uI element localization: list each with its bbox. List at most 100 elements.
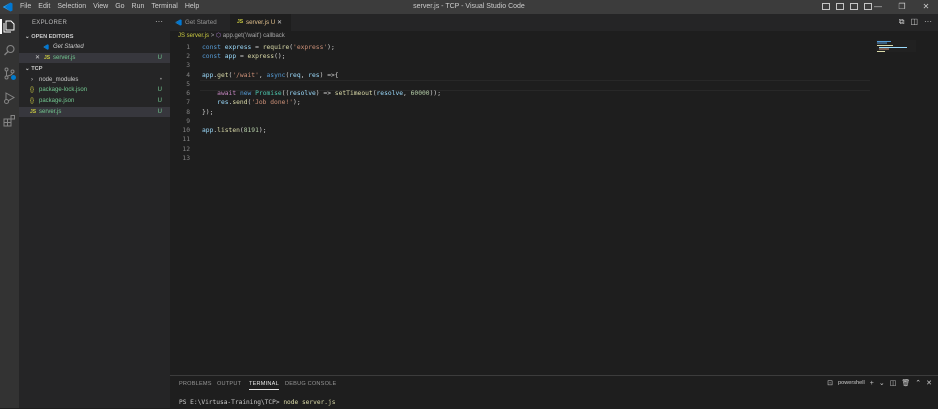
tree-item-package[interactable]: {} package.json U (19, 96, 170, 106)
json-icon: {} (30, 98, 35, 104)
more-actions-icon[interactable]: ··· (924, 17, 932, 27)
bottom-panel: PROBLEMS OUTPUT TERMINAL DEBUG CONSOLE ⊡… (170, 375, 938, 409)
layout-controls (822, 3, 872, 10)
line-number: 3 (186, 62, 190, 69)
open-changes-icon[interactable]: ⧉ (899, 17, 905, 27)
split-editor-icon[interactable]: ◫ (910, 17, 918, 27)
js-icon: JS (44, 55, 51, 61)
line-number: 10 (182, 127, 190, 134)
code-line: app.get('/wait', async(req, res) =>{ (202, 72, 339, 79)
menu-go[interactable]: Go (115, 0, 124, 14)
tab-problems[interactable]: PROBLEMS (179, 381, 212, 387)
breadcrumb: JS server.js > ⬡ app.get('/wait') callba… (178, 31, 285, 42)
json-icon: {} (30, 87, 35, 93)
editor-actions: ⧉ ◫ ··· (899, 17, 932, 27)
tab-terminal[interactable]: TERMINAL (249, 381, 279, 390)
breadcrumb-symbol[interactable]: app.get('/wait') callback (223, 33, 285, 39)
activity-bar (0, 14, 19, 408)
breadcrumb-file[interactable]: JS server.js (178, 33, 209, 39)
git-status-badge: U (157, 55, 162, 61)
terminal-name[interactable]: powershell (838, 380, 865, 386)
open-editor-item-active[interactable]: ✕ JS server.js U (19, 53, 170, 63)
breadcrumb-separator: > (210, 33, 215, 39)
new-terminal-icon[interactable]: + (870, 380, 874, 387)
tab-label: Get Started (185, 19, 217, 26)
line-number: 7 (186, 99, 190, 106)
tree-item-label: server.js (39, 109, 62, 115)
close-panel-icon[interactable]: ✕ (926, 379, 932, 387)
menu-file[interactable]: File (20, 0, 31, 14)
git-status-badge: • (159, 77, 162, 83)
tab-debug-console[interactable]: DEBUG CONSOLE (285, 381, 336, 387)
more-actions-icon[interactable]: ··· (155, 17, 163, 26)
tab-server-js[interactable]: JS server.js U ✕ (230, 14, 291, 31)
code-line: await new Promise((resolve) => setTimeou… (217, 90, 441, 97)
active-indicator (0, 19, 2, 34)
toggle-sidebar-icon[interactable] (822, 3, 830, 10)
trash-icon[interactable]: 🗑 (901, 379, 910, 387)
run-debug-icon[interactable] (3, 91, 16, 104)
js-icon: JS (237, 19, 244, 25)
code-line: res.send('Job done!'); (217, 99, 301, 106)
line-number: 2 (186, 53, 190, 60)
chevron-right-icon: › (31, 77, 33, 83)
terminal-type-icon: ⊡ (827, 380, 834, 387)
code-line: const express = require('express'); (202, 44, 335, 51)
line-number: 5 (186, 81, 190, 88)
minimap[interactable] (876, 40, 916, 52)
tab-get-started[interactable]: Get Started (170, 14, 230, 31)
terminal-output[interactable]: PS E:\Virtusa-Training\TCP> node server.… (179, 399, 335, 406)
close-icon[interactable]: ✕ (35, 53, 40, 63)
menu-help[interactable]: Help (185, 0, 199, 14)
tab-output[interactable]: OUTPUT (217, 381, 241, 387)
line-number: 6 (186, 90, 190, 97)
source-control-icon[interactable] (3, 67, 16, 80)
line-number: 8 (186, 109, 190, 116)
explorer-icon[interactable] (3, 20, 16, 33)
extensions-icon[interactable] (3, 114, 16, 127)
terminal-command: node server.js (283, 399, 336, 406)
close-icon[interactable]: ✕ (277, 14, 282, 31)
js-icon: JS (30, 109, 37, 115)
title-bar: File Edit Selection View Go Run Terminal… (0, 0, 938, 14)
line-number: 9 (186, 118, 190, 125)
folder-heading: TCP (31, 66, 43, 72)
chevron-down-icon[interactable]: ⌄ (879, 379, 885, 387)
sidebar-title: EXPLORER (32, 20, 68, 26)
menu-run[interactable]: Run (132, 0, 145, 14)
vscode-icon (175, 19, 182, 26)
line-number: 11 (182, 136, 190, 143)
menu-view[interactable]: View (93, 0, 108, 14)
open-editors-section[interactable]: ⌄ OPEN EDITORS (25, 34, 73, 40)
folder-section[interactable]: ⌄ TCP (25, 66, 42, 72)
line-number: 13 (182, 155, 190, 162)
menu-selection[interactable]: Selection (57, 0, 86, 14)
close-window-button[interactable]: ✕ (914, 0, 938, 14)
toggle-panel-icon[interactable] (836, 3, 844, 10)
git-status-badge: U (157, 109, 162, 115)
search-icon[interactable] (3, 44, 16, 57)
line-number: 12 (182, 146, 190, 153)
vscode-icon (43, 44, 49, 50)
line-number: 1 (186, 44, 190, 51)
menu-bar: File Edit Selection View Go Run Terminal… (20, 0, 206, 14)
code-line: app.listen(8191); (202, 127, 267, 134)
toggle-secondary-sidebar-icon[interactable] (850, 3, 858, 10)
split-terminal-icon[interactable]: ◫ (890, 379, 897, 387)
menu-terminal[interactable]: Terminal (151, 0, 177, 14)
tree-item-label: node_modules (39, 77, 79, 83)
restore-button[interactable]: ❐ (890, 0, 914, 14)
tree-item-node-modules[interactable]: › node_modules • (19, 75, 170, 85)
menu-edit[interactable]: Edit (38, 0, 50, 14)
maximize-panel-icon[interactable]: ⌃ (915, 379, 921, 387)
git-status-badge: U (157, 98, 162, 104)
code-line: }); (202, 109, 214, 116)
tree-item-server-js[interactable]: JS server.js U (19, 107, 170, 117)
minimize-button[interactable]: — (866, 0, 890, 14)
tree-item-package-lock[interactable]: {} package-lock.json U (19, 85, 170, 95)
explorer-sidebar: EXPLORER ··· ⌄ OPEN EDITORS Get Started … (19, 14, 170, 408)
editor-scrollbar[interactable] (932, 31, 938, 371)
panel-actions: ⊡ powershell + ⌄ ◫ 🗑 ⌃ ✕ (827, 379, 932, 388)
open-editor-item[interactable]: Get Started (19, 42, 170, 52)
open-editor-label: server.js (53, 55, 76, 61)
